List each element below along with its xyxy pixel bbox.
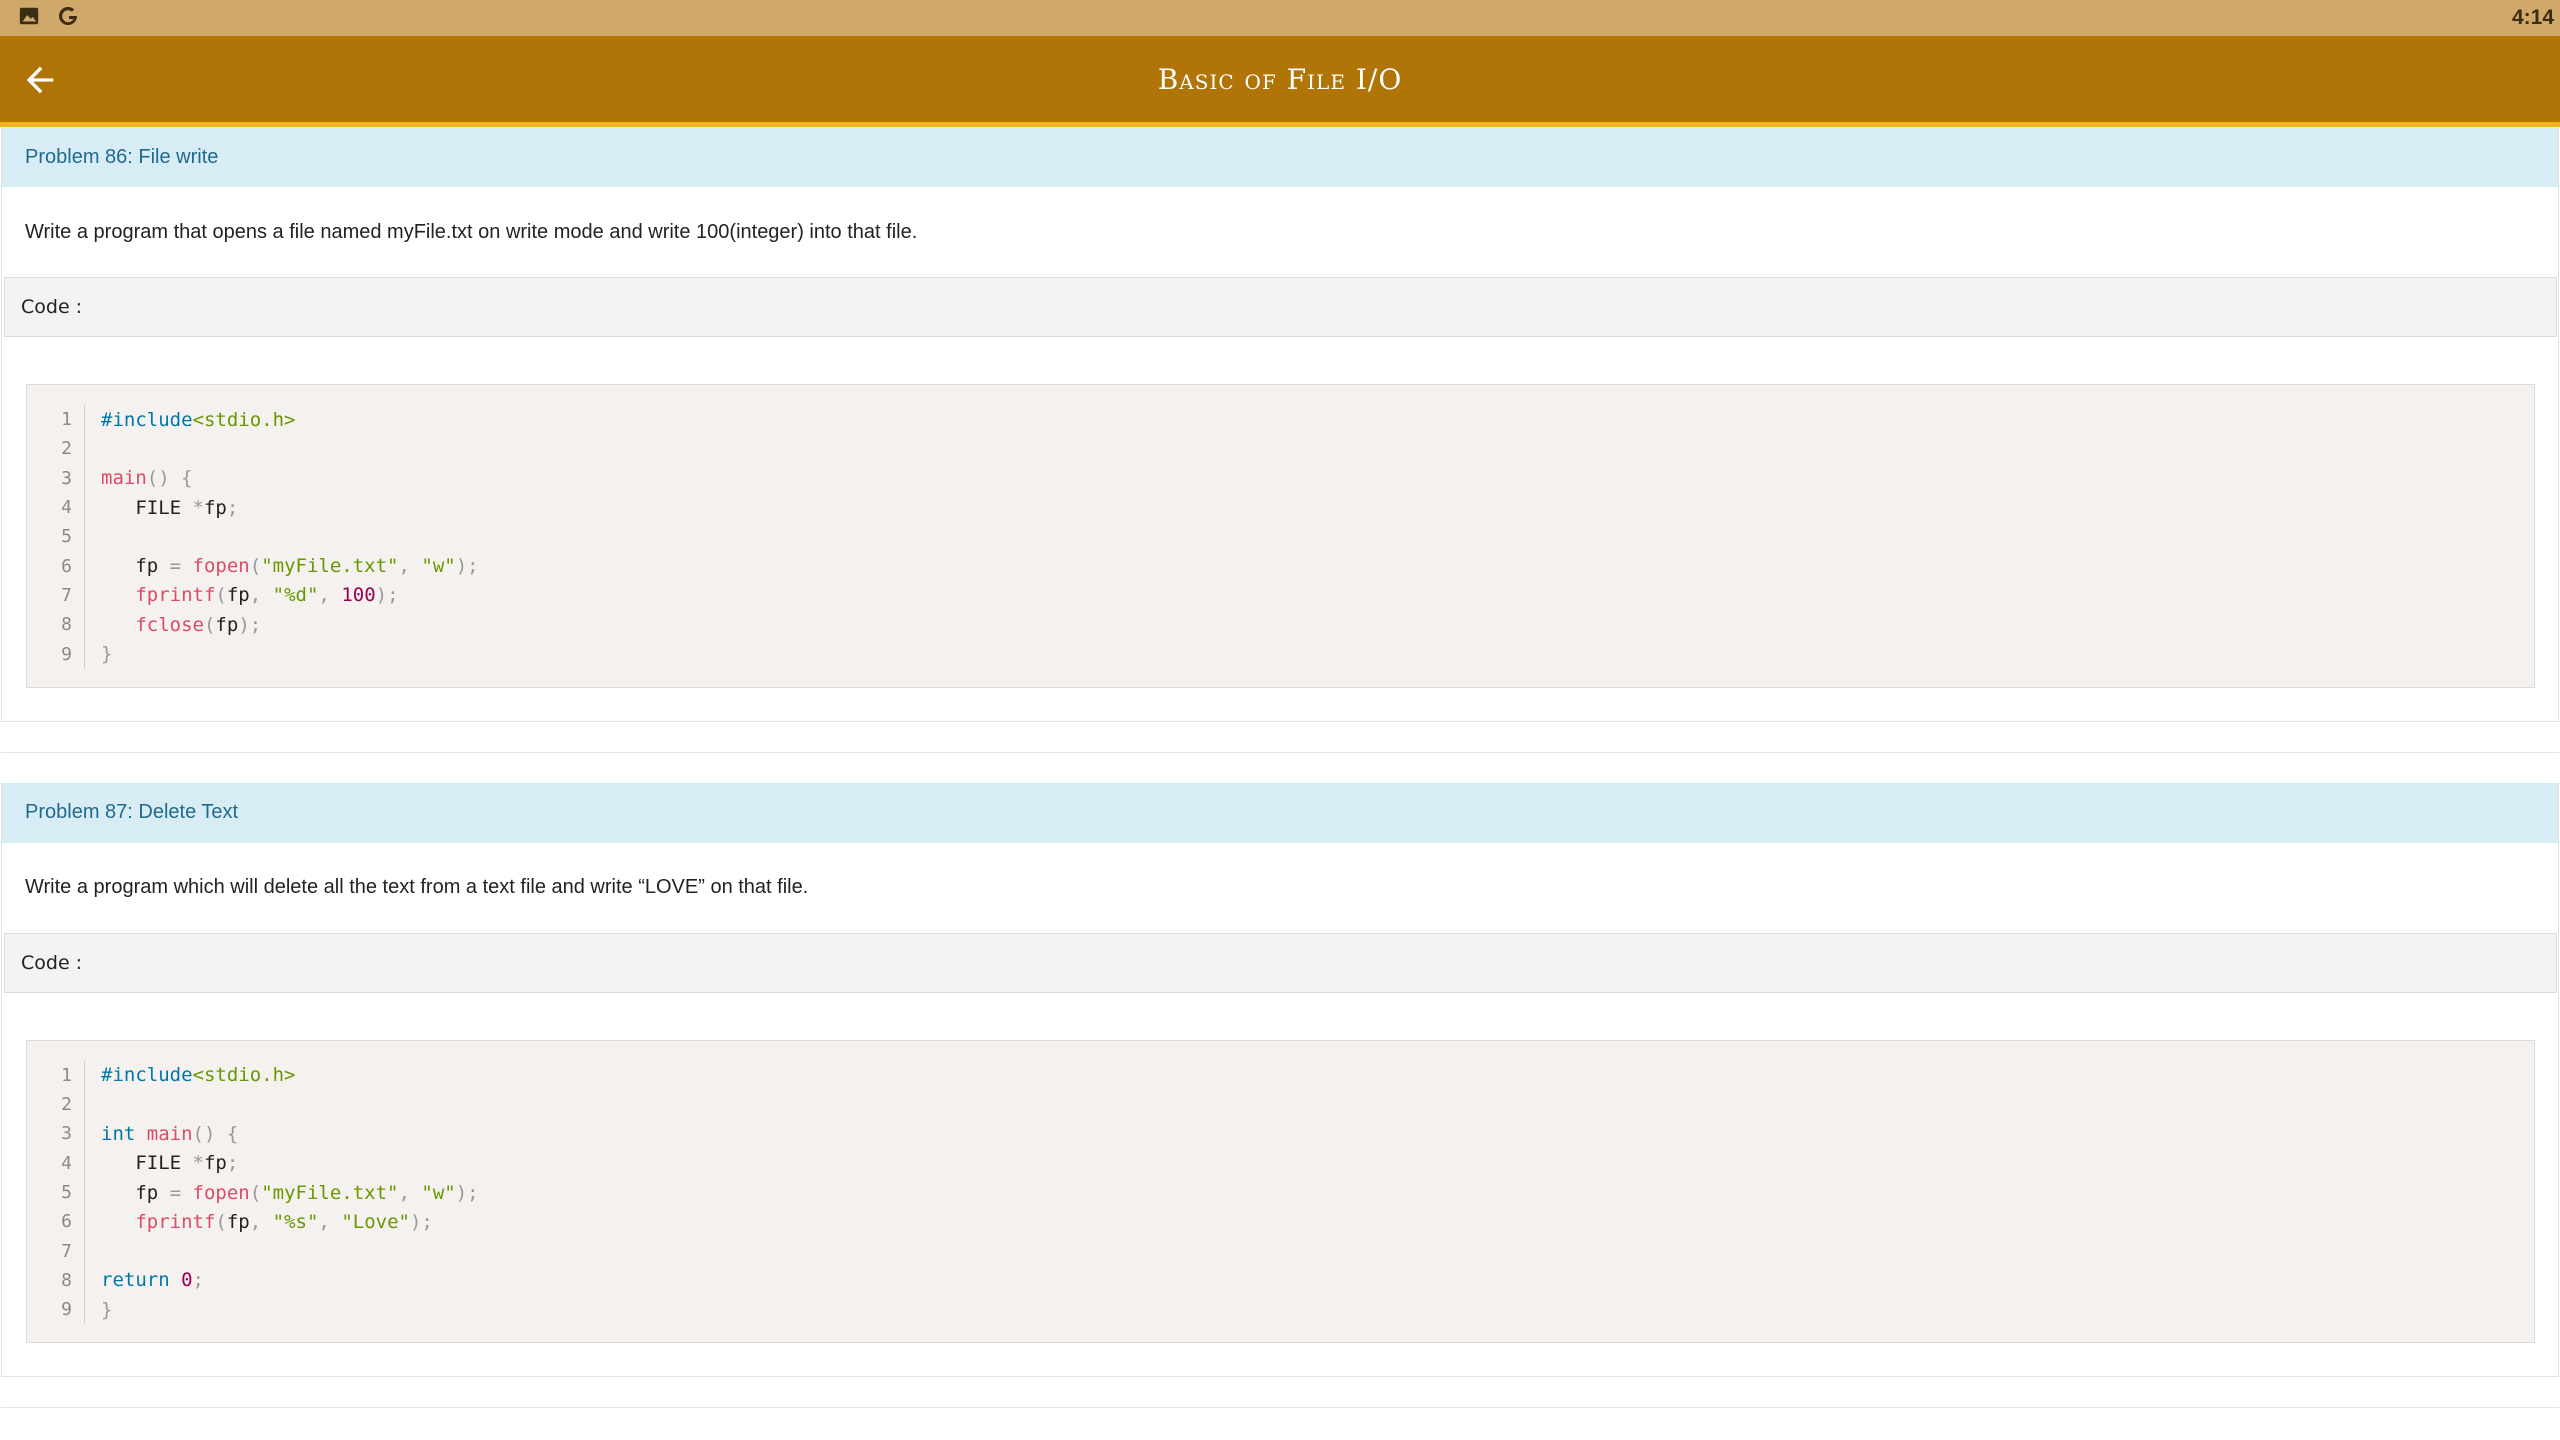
code-line: 5 fp = fopen("myFile.txt", "w");	[27, 1177, 2534, 1208]
google-notification-icon	[56, 4, 80, 33]
line-number: 2	[27, 434, 85, 464]
problem-card: Problem 87: Delete Text Write a program …	[1, 782, 2559, 1378]
code-line: 8 return 0;	[27, 1265, 2534, 1296]
line-number: 4	[27, 1148, 85, 1178]
status-time: 4:14	[2511, 6, 2554, 29]
status-icons	[18, 4, 80, 33]
code-block[interactable]: 1 #include<stdio.h> 2 3 main() { 4 FILE *f…	[26, 384, 2535, 688]
status-bar: 4:14	[0, 0, 2560, 36]
code-line: 6 fprintf(fp, "%s", "Love");	[27, 1207, 2534, 1237]
back-button[interactable]	[20, 60, 60, 100]
code-line: 6 fp = fopen("myFile.txt", "w");	[27, 551, 2534, 581]
line-number: 6	[27, 1207, 85, 1237]
code-line: 1 #include<stdio.h>	[27, 405, 2534, 435]
line-number: 1	[27, 1060, 85, 1090]
line-number: 9	[27, 1295, 85, 1325]
gallery-notification-icon	[18, 5, 40, 32]
code-line: 1 #include<stdio.h>	[27, 1060, 2534, 1090]
code-text: #include<stdio.h>	[101, 408, 296, 431]
code-block[interactable]: 1 #include<stdio.h> 2 3 int main() { 4 FIL…	[26, 1039, 2535, 1344]
problem-title: Problem 87: Delete Text	[2, 782, 2558, 843]
app-bar: Basic of File I/O	[0, 36, 2560, 127]
code-line: 9}	[27, 1295, 2534, 1325]
problem-description: Write a program which will delete all th…	[25, 876, 809, 899]
problem-description: Write a program that opens a file named …	[25, 220, 918, 243]
arrow-back-icon	[26, 66, 54, 94]
code-label: Code :	[4, 932, 2557, 993]
divider	[1, 722, 2559, 753]
code-text: FILE *fp;	[101, 496, 239, 519]
code-line: 9}	[27, 639, 2534, 669]
line-number: 1	[27, 405, 85, 435]
line-number: 7	[27, 580, 85, 611]
problem-list[interactable]: Problem 86: File write Write a program t…	[0, 127, 2560, 1409]
code-text: fp = fopen("myFile.txt", "w");	[101, 1181, 479, 1204]
code-text: }	[101, 643, 113, 666]
code-line: 3 int main() {	[27, 1119, 2534, 1149]
problem-title: Problem 86: File write	[2, 127, 2558, 187]
code-line: 3 main() {	[27, 463, 2534, 493]
code-text: }	[101, 1298, 113, 1321]
code-line: 5	[27, 522, 2534, 552]
line-number: 3	[27, 1119, 85, 1149]
code-text: fprintf(fp, "%d", 100);	[135, 584, 399, 607]
page-title: Basic of File I/O	[1157, 62, 1403, 96]
code-text: main() {	[101, 467, 193, 490]
code-label: Code :	[4, 277, 2557, 337]
line-number: 5	[27, 1177, 85, 1208]
line-number: 7	[27, 1236, 85, 1266]
line-number: 6	[27, 551, 85, 581]
line-number: 8	[27, 1265, 85, 1296]
line-number: 3	[27, 463, 85, 493]
code-text: return 0;	[101, 1269, 204, 1292]
line-number: 8	[27, 610, 85, 640]
line-number: 5	[27, 522, 85, 552]
code-text: int main() {	[101, 1122, 239, 1145]
code-text: fclose(fp);	[135, 613, 262, 636]
problem-card: Problem 86: File write Write a program t…	[1, 127, 2559, 722]
code-line: 7 fprintf(fp, "%d", 100);	[27, 580, 2534, 611]
code-text: FILE *fp;	[101, 1152, 239, 1175]
code-text: #include<stdio.h>	[101, 1064, 296, 1087]
code-line: 7	[27, 1236, 2534, 1266]
line-number: 4	[27, 492, 85, 523]
line-number: 2	[27, 1089, 85, 1120]
code-line: 4 FILE *fp;	[27, 492, 2534, 523]
line-number: 9	[27, 639, 85, 669]
code-line: 8 fclose(fp);	[27, 610, 2534, 640]
code-text: fp = fopen("myFile.txt", "w");	[101, 555, 479, 578]
code-line: 2	[27, 434, 2534, 464]
code-line: 4 FILE *fp;	[27, 1148, 2534, 1178]
code-text: fprintf(fp, "%s", "Love");	[135, 1210, 433, 1233]
divider	[1, 1377, 2559, 1409]
code-line: 2	[27, 1089, 2534, 1120]
